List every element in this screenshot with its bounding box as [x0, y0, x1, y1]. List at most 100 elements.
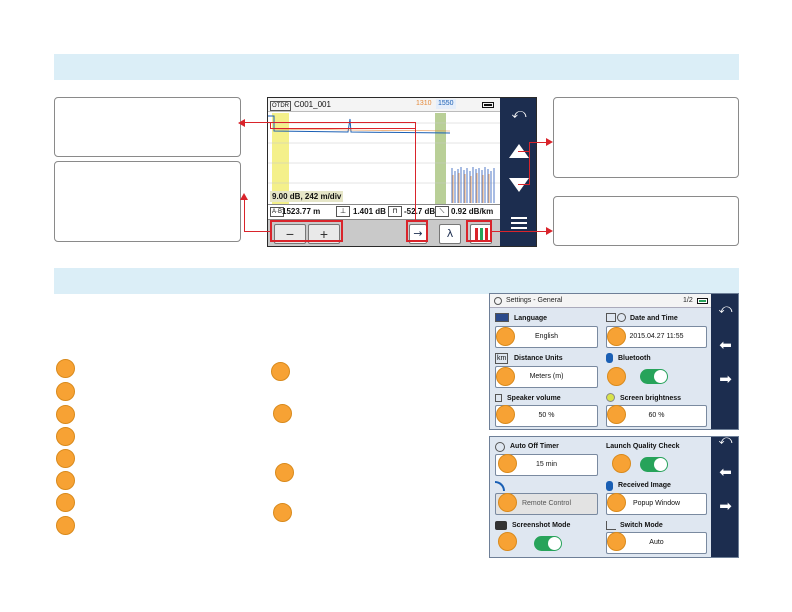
leader-bottom-left-arrow	[240, 193, 248, 200]
autooff-clock-icon	[495, 442, 505, 452]
marker-s4	[607, 327, 626, 346]
leader-bottom-left	[244, 199, 245, 231]
bluetooth-icon	[606, 353, 613, 363]
switch-mode-icon	[606, 521, 616, 530]
marker-4	[56, 427, 75, 446]
leader-zoom-arrow	[546, 138, 553, 146]
marker-5	[56, 449, 75, 468]
callout-bottom-right	[553, 196, 739, 246]
marker-s6	[607, 405, 626, 424]
wifi-icon	[495, 481, 505, 491]
marker-s12	[607, 532, 626, 551]
settings-general-page1: Settings - General 1/2 Language English …	[489, 293, 739, 430]
marker-s3	[496, 405, 515, 424]
section-band-top	[54, 54, 739, 80]
bluetooth-icon	[606, 481, 613, 491]
leader-event-view-arrow	[546, 227, 553, 235]
auto-off-timer-label: Auto Off Timer	[510, 443, 559, 450]
marker-s8	[498, 493, 517, 512]
distance-units-icon: km	[495, 353, 509, 364]
callout-top-right	[553, 97, 739, 178]
leader-zoom-v	[529, 142, 530, 184]
highlight-top-bar	[270, 122, 416, 129]
arrow-right-icon[interactable]: ➡	[711, 497, 738, 515]
reflectance-value: -52.7 dB	[404, 207, 436, 216]
marker-10	[273, 404, 292, 423]
leader-next-event	[415, 122, 416, 220]
leader-top-left	[244, 122, 270, 123]
marker-11	[275, 463, 294, 482]
marker-s11	[607, 493, 626, 512]
marker-3	[56, 405, 75, 424]
marker-s10	[612, 454, 631, 473]
marker-8	[56, 516, 75, 535]
screenshot-mode-label: Screenshot Mode	[512, 522, 571, 529]
received-image-label: Received Image	[618, 482, 671, 489]
back-icon[interactable]: ⤺	[711, 437, 738, 448]
back-icon[interactable]: ⤺	[711, 302, 738, 317]
scale-readout: 9.00 dB, 242 m/div	[270, 191, 344, 202]
marker-s2	[496, 367, 515, 386]
highlight-cursor-buttons	[270, 220, 343, 242]
speaker-icon	[495, 394, 502, 402]
loss-icon: ⊥	[336, 206, 350, 217]
section-band-middle	[54, 268, 739, 294]
wavelength-1550-tab[interactable]: 1550	[436, 99, 456, 109]
marker-1	[56, 359, 75, 378]
marker-7	[56, 493, 75, 512]
leader-zoom-h1	[518, 151, 530, 152]
flag-icon	[495, 313, 509, 322]
marker-12	[273, 503, 292, 522]
loss-value: 1.401 dB	[353, 207, 386, 216]
distance-value: 1523.77 m	[282, 207, 321, 216]
settings-page-indicator: 1/2	[683, 297, 693, 304]
menu-icon[interactable]	[511, 217, 527, 229]
marker-s9	[498, 532, 517, 551]
distance-units-label: Distance Units	[514, 355, 563, 362]
wavelength-1310-tab[interactable]: 1310	[416, 100, 432, 107]
datetime-label: Date and Time	[630, 315, 678, 322]
callout-bottom-left	[54, 161, 241, 242]
camera-icon	[495, 521, 507, 530]
marker-s5	[607, 367, 626, 386]
brightness-icon	[606, 393, 615, 402]
switch-mode-label: Switch Mode	[620, 522, 663, 529]
marker-9	[271, 362, 290, 381]
calendar-icon	[606, 313, 616, 322]
arrow-right-icon[interactable]: ➡	[711, 370, 738, 388]
settings-general-page2: Auto Off Timer 15 min Launch Quality Che…	[489, 436, 739, 558]
battery-icon	[697, 298, 708, 304]
leader-event-view	[492, 231, 547, 232]
screenshot-mode-toggle[interactable]	[534, 536, 562, 551]
settings-title: Settings - General	[506, 297, 563, 304]
bluetooth-toggle[interactable]	[640, 369, 668, 384]
zoom-out-icon[interactable]	[509, 178, 529, 192]
marker-s7	[498, 454, 517, 473]
settings-gear-icon	[494, 297, 502, 305]
wavelength-button[interactable]: λ	[439, 224, 461, 244]
attenuation-value: 0.92 dB/km	[451, 207, 494, 216]
reflectance-icon: ⊓	[388, 206, 402, 217]
highlight-next-event	[406, 220, 428, 242]
otdr-app-tag: OTDR	[270, 101, 291, 111]
arrow-left-icon[interactable]: ⬅	[711, 463, 738, 481]
callout-top-left	[54, 97, 241, 157]
leader-zoom-out	[529, 142, 547, 143]
launch-quality-check-toggle[interactable]	[640, 457, 668, 472]
speaker-volume-label: Speaker volume	[507, 395, 561, 402]
battery-icon	[482, 102, 494, 108]
highlight-event-view	[466, 220, 492, 242]
leader-top-left-arrow	[238, 119, 245, 127]
back-icon[interactable]: ⤺	[500, 106, 536, 122]
bluetooth-label: Bluetooth	[618, 355, 651, 362]
marker-s1	[496, 327, 515, 346]
marker-6	[56, 471, 75, 490]
clock-icon	[617, 313, 626, 322]
leader-bottom-left-h	[244, 231, 270, 232]
arrow-left-icon[interactable]: ⬅	[711, 336, 738, 354]
launch-quality-check-label: Launch Quality Check	[606, 443, 680, 450]
language-label: Language	[514, 315, 548, 322]
leader-zoom-h2	[518, 184, 530, 185]
marker-2	[56, 382, 75, 401]
otdr-file-name: C001_001	[294, 100, 331, 109]
